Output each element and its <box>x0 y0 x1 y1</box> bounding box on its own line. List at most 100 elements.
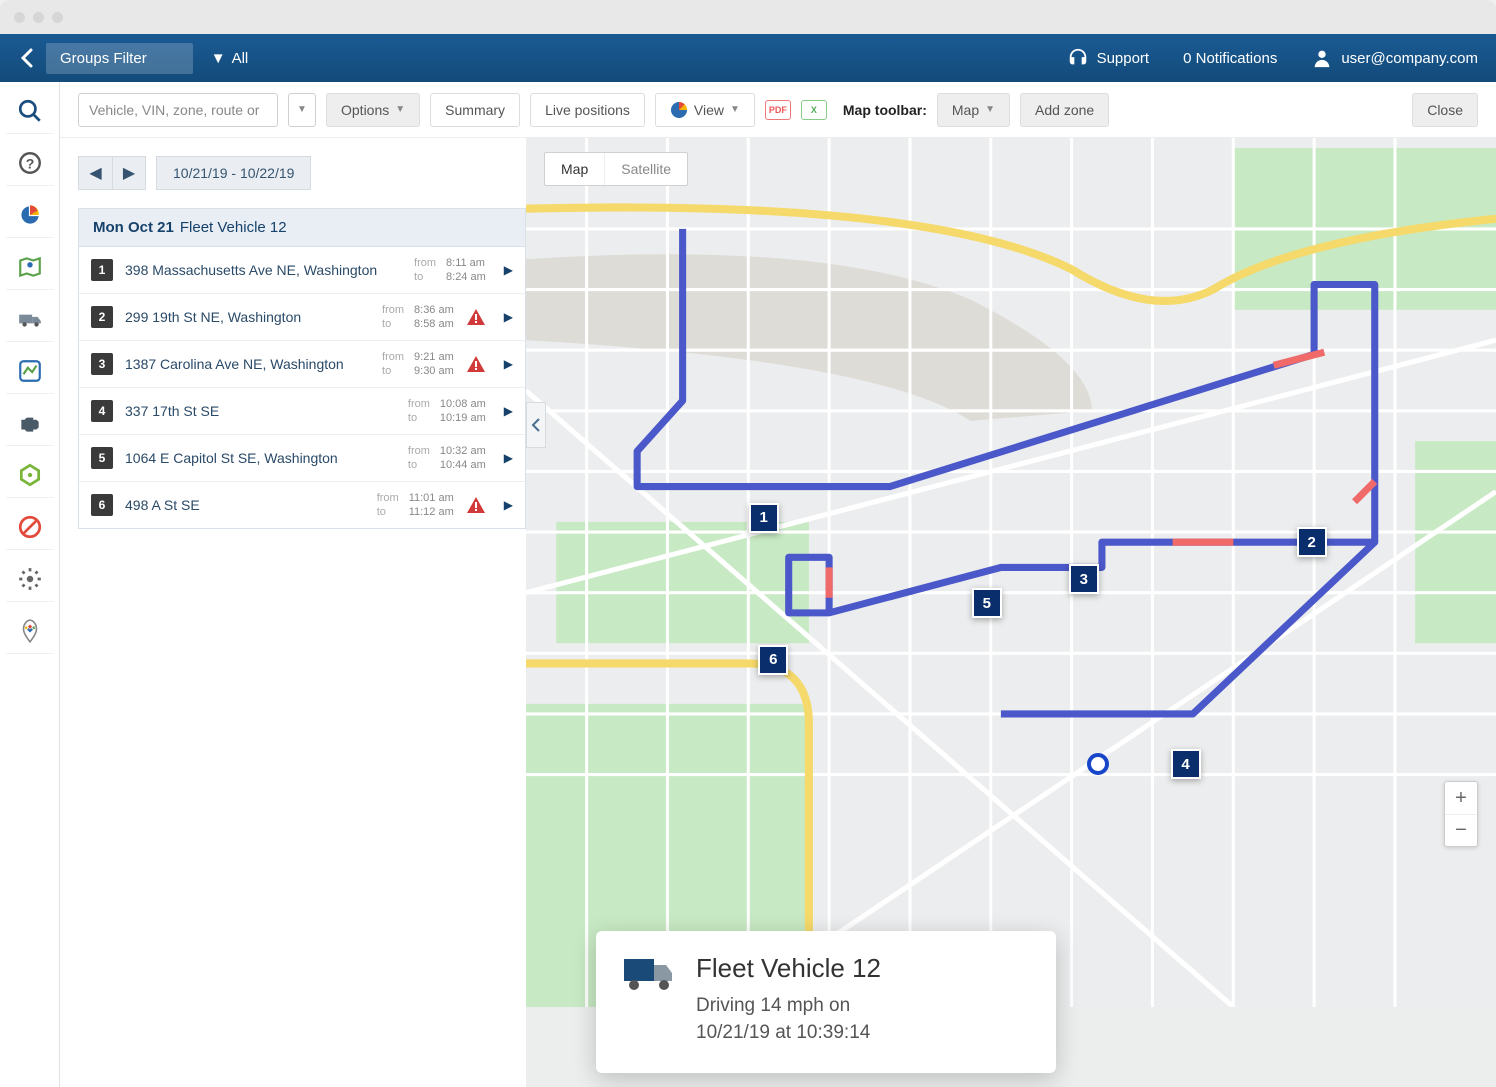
prev-day-button[interactable]: ◀ <box>78 156 112 190</box>
stop-times: from10:32 am to10:44 am <box>408 445 486 471</box>
date-nav: ◀ ▶ 10/21/19 - 10/22/19 <box>78 156 526 190</box>
map-stop-marker[interactable]: 1 <box>749 503 779 533</box>
stop-number-badge: 6 <box>91 494 113 516</box>
map-tab[interactable]: Map <box>545 153 604 185</box>
stop-number-badge: 3 <box>91 353 113 375</box>
trip-date: Mon Oct 21 <box>93 219 174 236</box>
map-stop-marker[interactable]: 3 <box>1069 564 1099 594</box>
caret-down-icon: ▼ <box>211 50 226 67</box>
stop-times: from11:01 am to11:12 am <box>377 492 454 518</box>
export-xls-button[interactable]: X <box>801 100 827 120</box>
nav-settings[interactable] <box>6 556 54 602</box>
vehicle-position-marker[interactable] <box>1087 753 1109 775</box>
options-button[interactable]: Options ▼ <box>326 93 420 127</box>
window-dot <box>52 12 63 23</box>
expand-caret-icon: ▶ <box>504 404 513 418</box>
stop-number-badge: 5 <box>91 447 113 469</box>
expand-caret-icon: ▶ <box>504 263 513 277</box>
user-label: user@company.com <box>1341 50 1478 67</box>
truck-icon <box>620 953 676 1047</box>
stop-address: 1387 Carolina Ave NE, Washington <box>125 356 370 372</box>
window-dot <box>14 12 25 23</box>
map-stop-marker[interactable]: 6 <box>758 645 788 675</box>
stop-row[interactable]: 6 498 A St SE from11:01 am to11:12 am ▶ <box>79 482 525 528</box>
expand-caret-icon: ▶ <box>504 451 513 465</box>
notifications-link[interactable]: 0 Notifications <box>1183 50 1277 67</box>
nav-marketplace[interactable] <box>6 608 54 654</box>
expand-caret-icon: ▶ <box>504 498 513 512</box>
app-header: Groups Filter ▼ All Support 0 Notificati… <box>0 34 1496 82</box>
vehicle-search-input[interactable]: Vehicle, VIN, zone, route or <box>78 93 278 127</box>
stop-times: from8:11 am to8:24 am <box>414 257 486 283</box>
map-layer-select[interactable]: Map▼ <box>937 93 1010 127</box>
nav-engine[interactable] <box>6 400 54 446</box>
user-icon <box>1311 47 1333 69</box>
collapse-panel-button[interactable] <box>526 402 546 448</box>
info-card-title: Fleet Vehicle 12 <box>696 953 881 984</box>
nav-help[interactable]: ? <box>6 140 54 186</box>
zoom-out-button[interactable]: − <box>1445 814 1477 846</box>
date-range-button[interactable]: 10/21/19 - 10/22/19 <box>156 156 311 190</box>
nav-zones[interactable] <box>6 452 54 498</box>
add-zone-button[interactable]: Add zone <box>1020 93 1109 127</box>
expand-caret-icon: ▶ <box>504 357 513 371</box>
caret-down-icon: ▼ <box>730 104 740 115</box>
stop-number-badge: 2 <box>91 306 113 328</box>
warning-icon <box>466 496 486 514</box>
caret-down-icon: ▼ <box>395 104 405 115</box>
stop-address: 1064 E Capitol St SE, Washington <box>125 450 396 466</box>
map-toolbar-label: Map toolbar: <box>843 102 927 118</box>
caret-down-icon: ▼ <box>297 104 307 115</box>
nav-search[interactable] <box>6 88 54 134</box>
stop-row[interactable]: 1 398 Massachusetts Ave NE, Washington f… <box>79 247 525 294</box>
zoom-control: + − <box>1444 781 1478 847</box>
browser-titlebar <box>0 0 1496 34</box>
live-positions-button[interactable]: Live positions <box>530 93 645 127</box>
stop-row[interactable]: 5 1064 E Capitol St SE, Washington from1… <box>79 435 525 482</box>
map-stop-marker[interactable]: 2 <box>1297 527 1327 557</box>
next-day-button[interactable]: ▶ <box>112 156 146 190</box>
trip-header[interactable]: Mon Oct 21 Fleet Vehicle 12 <box>78 208 526 247</box>
stop-row[interactable]: 3 1387 Carolina Ave NE, Washington from9… <box>79 341 525 388</box>
summary-button[interactable]: Summary <box>430 93 520 127</box>
side-nav: ? <box>0 82 60 1087</box>
trip-vehicle: Fleet Vehicle 12 <box>180 219 287 236</box>
view-button[interactable]: View ▼ <box>655 93 755 127</box>
search-dropdown[interactable]: ▼ <box>288 93 316 127</box>
satellite-tab[interactable]: Satellite <box>604 153 687 185</box>
back-button[interactable] <box>18 44 36 72</box>
stop-address: 498 A St SE <box>125 497 365 513</box>
map-type-toggle: Map Satellite <box>544 152 688 186</box>
support-label: Support <box>1097 50 1150 67</box>
caret-down-icon: ▼ <box>985 104 995 115</box>
nav-rules[interactable] <box>6 504 54 550</box>
view-label: View <box>694 102 724 118</box>
stop-row[interactable]: 2 299 19th St NE, Washington from8:36 am… <box>79 294 525 341</box>
nav-fleet[interactable] <box>6 296 54 342</box>
trip-panel: ◀ ▶ 10/21/19 - 10/22/19 Mon Oct 21 Fleet… <box>60 138 526 1087</box>
stop-times: from10:08 am to10:19 am <box>408 398 486 424</box>
export-pdf-button[interactable]: PDF <box>765 100 791 120</box>
nav-map[interactable] <box>6 244 54 290</box>
pie-chart-icon <box>670 101 688 119</box>
stop-address: 398 Massachusetts Ave NE, Washington <box>125 262 402 278</box>
user-menu[interactable]: user@company.com <box>1311 47 1478 69</box>
stop-list: 1 398 Massachusetts Ave NE, Washington f… <box>78 247 526 529</box>
nav-reports[interactable] <box>6 192 54 238</box>
map-stop-marker[interactable]: 4 <box>1171 749 1201 779</box>
zoom-in-button[interactable]: + <box>1445 782 1477 814</box>
info-card-line2: 10/21/19 at 10:39:14 <box>696 1022 870 1043</box>
groups-filter-button[interactable]: Groups Filter <box>46 43 193 74</box>
map-stop-marker[interactable]: 5 <box>972 588 1002 618</box>
stop-times: from9:21 am to9:30 am <box>382 351 454 377</box>
close-button[interactable]: Close <box>1412 93 1478 127</box>
nav-activity[interactable] <box>6 348 54 394</box>
notifications-label: 0 Notifications <box>1183 50 1277 67</box>
options-label: Options <box>341 102 389 118</box>
filter-dropdown[interactable]: ▼ All <box>211 50 249 67</box>
stop-number-badge: 4 <box>91 400 113 422</box>
map-canvas[interactable]: Map Satellite 1 2 3 4 5 6 + − <box>526 138 1496 1087</box>
stop-address: 337 17th St SE <box>125 403 396 419</box>
stop-row[interactable]: 4 337 17th St SE from10:08 am to10:19 am… <box>79 388 525 435</box>
support-link[interactable]: Support <box>1067 47 1150 69</box>
